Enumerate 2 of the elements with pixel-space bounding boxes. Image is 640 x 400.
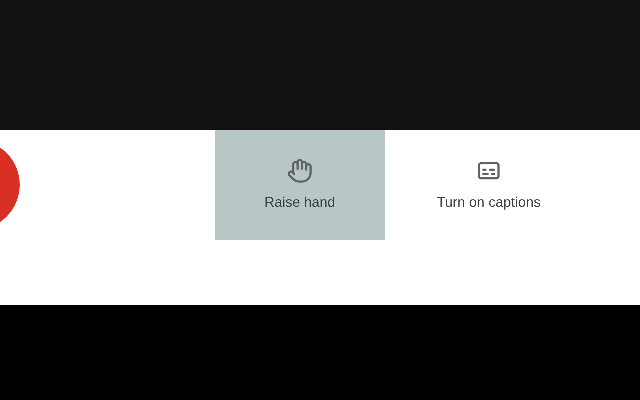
hand-icon: [287, 158, 313, 184]
toolbar-button[interactable]: Raise hand: [215, 130, 385, 240]
